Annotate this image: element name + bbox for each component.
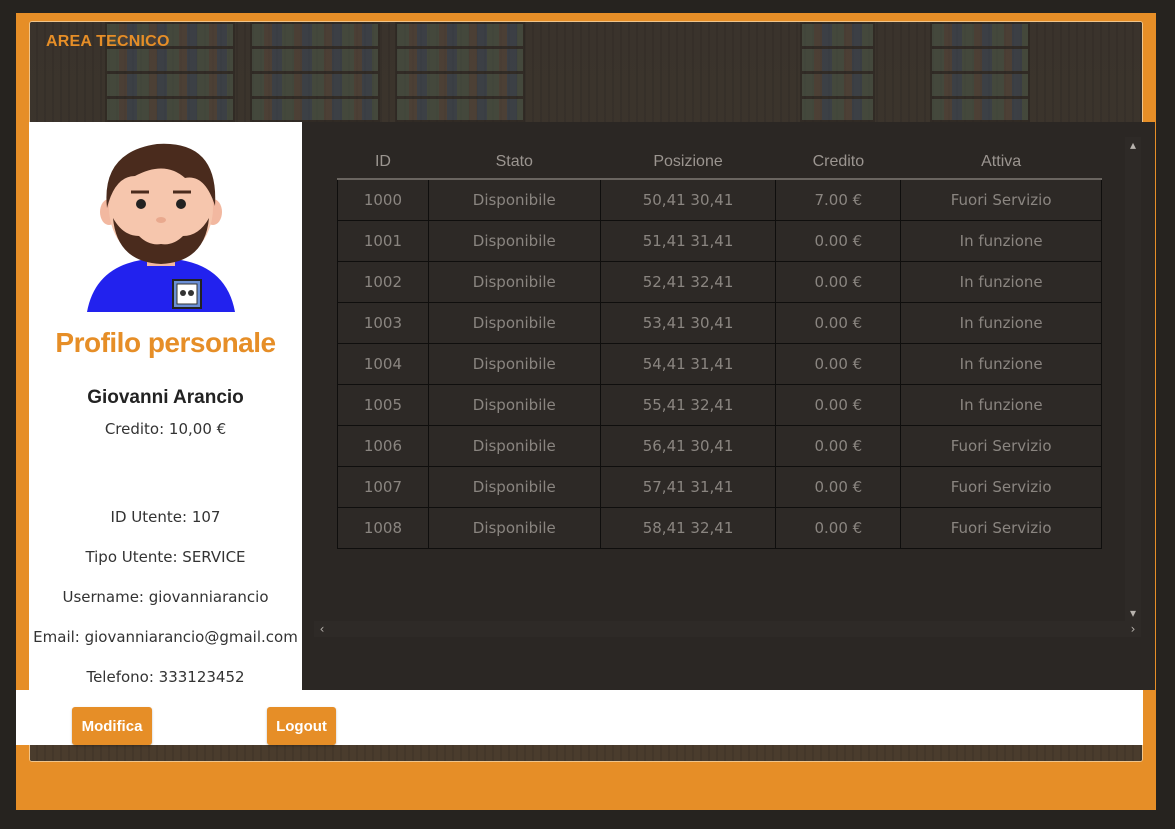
table-cell-posizione: 57,41 31,41: [599, 465, 777, 508]
area-title: AREA TECNICO: [46, 33, 170, 50]
table-cell-attiva: In funzione: [900, 219, 1102, 262]
shelf-decoration: [395, 22, 525, 122]
table-cell-stato: Disponibile: [427, 219, 601, 262]
table-cell-stato: Disponibile: [427, 424, 601, 467]
table-cell-posizione: 52,41 32,41: [599, 260, 777, 303]
column-header-posizione[interactable]: Posizione: [600, 145, 776, 180]
column-header-id[interactable]: ID: [337, 145, 429, 180]
phone: Telefono: 333123452: [86, 668, 245, 686]
table-cell-posizione: 55,41 32,41: [599, 383, 777, 426]
user-credit: Credito: 10,00 €: [104, 420, 227, 438]
table-cell-credito: 0.00 €: [775, 260, 902, 303]
table-cell-stato: Disponibile: [427, 178, 601, 221]
column-header-credito[interactable]: Credito: [775, 145, 901, 180]
user-name: Giovanni Arancio: [87, 387, 244, 408]
chevron-up-icon[interactable]: ▴: [1125, 137, 1141, 153]
machines-table: ID Stato Posizione Credito Attiva 1000 Di…: [337, 145, 1102, 549]
table-cell-id: 1001: [337, 219, 429, 262]
table-cell-id: 1003: [337, 301, 429, 344]
table-cell-attiva: In funzione: [900, 301, 1102, 344]
table-cell-posizione: 53,41 30,41: [599, 301, 777, 344]
action-bar: Modifica Logout: [16, 690, 1143, 745]
logout-button[interactable]: Logout: [267, 707, 336, 745]
machines-table-panel: ID Stato Posizione Credito Attiva 1000 Di…: [302, 122, 1155, 690]
table-header-row: ID Stato Posizione Credito Attiva: [337, 145, 1102, 180]
profile-panel: Profilo personale Giovanni Arancio Credi…: [29, 122, 302, 690]
table-row[interactable]: 1001 Disponibile 51,41 31,41 0.00 € In funzi…: [337, 219, 1102, 262]
table-cell-id: 1002: [337, 260, 429, 303]
table-row[interactable]: 1000 Disponibile 50,41 30,41 7.00 € Fuori Se…: [337, 178, 1102, 221]
shelf-decoration: [250, 22, 380, 122]
table-cell-posizione: 54,41 31,41: [599, 342, 777, 385]
chevron-left-icon[interactable]: ‹: [314, 621, 330, 637]
table-body: 1000 Disponibile 50,41 30,41 7.00 € Fuori Se…: [337, 178, 1102, 549]
table-cell-id: 1004: [337, 342, 429, 385]
profile-title: Profilo personale: [55, 327, 276, 358]
table-scroll-area[interactable]: ID Stato Posizione Credito Attiva 1000 Di…: [314, 137, 1142, 637]
table-cell-id: 1000: [337, 178, 429, 221]
table-row[interactable]: 1003 Disponibile 53,41 30,41 0.00 € In funzi…: [337, 301, 1102, 344]
table-row[interactable]: 1008 Disponibile 58,41 32,41 0.00 € Fuori Se…: [337, 506, 1102, 549]
table-cell-credito: 0.00 €: [775, 506, 902, 549]
table-row[interactable]: 1006 Disponibile 56,41 30,41 0.00 € Fuori Se…: [337, 424, 1102, 467]
table-cell-credito: 0.00 €: [775, 301, 902, 344]
table-cell-posizione: 51,41 31,41: [599, 219, 777, 262]
user-id: ID Utente: 107: [110, 508, 221, 526]
table-cell-attiva: In funzione: [900, 383, 1102, 426]
modify-button[interactable]: Modifica: [72, 707, 152, 745]
table-row[interactable]: 1005 Disponibile 55,41 32,41 0.00 € In funzi…: [337, 383, 1102, 426]
table-cell-attiva: Fuori Servizio: [900, 178, 1102, 221]
table-cell-attiva: Fuori Servizio: [900, 465, 1102, 508]
chevron-down-icon[interactable]: ▾: [1125, 605, 1141, 621]
table-cell-credito: 0.00 €: [775, 342, 902, 385]
table-cell-stato: Disponibile: [427, 383, 601, 426]
table-cell-id: 1005: [337, 383, 429, 426]
vertical-scrollbar[interactable]: ▴ ▾: [1125, 137, 1141, 621]
table-cell-posizione: 50,41 30,41: [599, 178, 777, 221]
table-cell-stato: Disponibile: [427, 465, 601, 508]
table-cell-credito: 0.00 €: [775, 424, 902, 467]
table-cell-id: 1008: [337, 506, 429, 549]
username: Username: giovanniarancio: [62, 588, 269, 606]
table-row[interactable]: 1004 Disponibile 54,41 31,41 0.00 € In funzi…: [337, 342, 1102, 385]
user-type: Tipo Utente: SERVICE: [85, 548, 246, 566]
table-cell-stato: Disponibile: [427, 506, 601, 549]
shelf-decoration: [800, 22, 875, 122]
table-cell-credito: 7.00 €: [775, 178, 902, 221]
table-cell-attiva: Fuori Servizio: [900, 424, 1102, 467]
column-header-attiva[interactable]: Attiva: [900, 145, 1102, 180]
table-cell-attiva: In funzione: [900, 342, 1102, 385]
table-cell-posizione: 58,41 32,41: [599, 506, 777, 549]
table-cell-stato: Disponibile: [427, 342, 601, 385]
table-cell-credito: 0.00 €: [775, 383, 902, 426]
table-cell-credito: 0.00 €: [775, 465, 902, 508]
horizontal-scrollbar[interactable]: ‹ ›: [314, 621, 1141, 637]
email: Email: giovanniarancio@gmail.com: [33, 628, 298, 646]
table-row[interactable]: 1007 Disponibile 57,41 31,41 0.00 € Fuori Se…: [337, 465, 1102, 508]
table-cell-id: 1006: [337, 424, 429, 467]
table-row[interactable]: 1002 Disponibile 52,41 32,41 0.00 € In funzi…: [337, 260, 1102, 303]
chevron-right-icon[interactable]: ›: [1125, 621, 1141, 637]
table-cell-attiva: Fuori Servizio: [900, 506, 1102, 549]
table-cell-stato: Disponibile: [427, 260, 601, 303]
table-cell-attiva: In funzione: [900, 260, 1102, 303]
table-cell-id: 1007: [337, 465, 429, 508]
table-cell-stato: Disponibile: [427, 301, 601, 344]
shelf-decoration: [930, 22, 1030, 122]
column-header-stato[interactable]: Stato: [428, 145, 601, 180]
technician-avatar-icon: [87, 143, 235, 312]
table-cell-credito: 0.00 €: [775, 219, 902, 262]
table-cell-posizione: 56,41 30,41: [599, 424, 777, 467]
